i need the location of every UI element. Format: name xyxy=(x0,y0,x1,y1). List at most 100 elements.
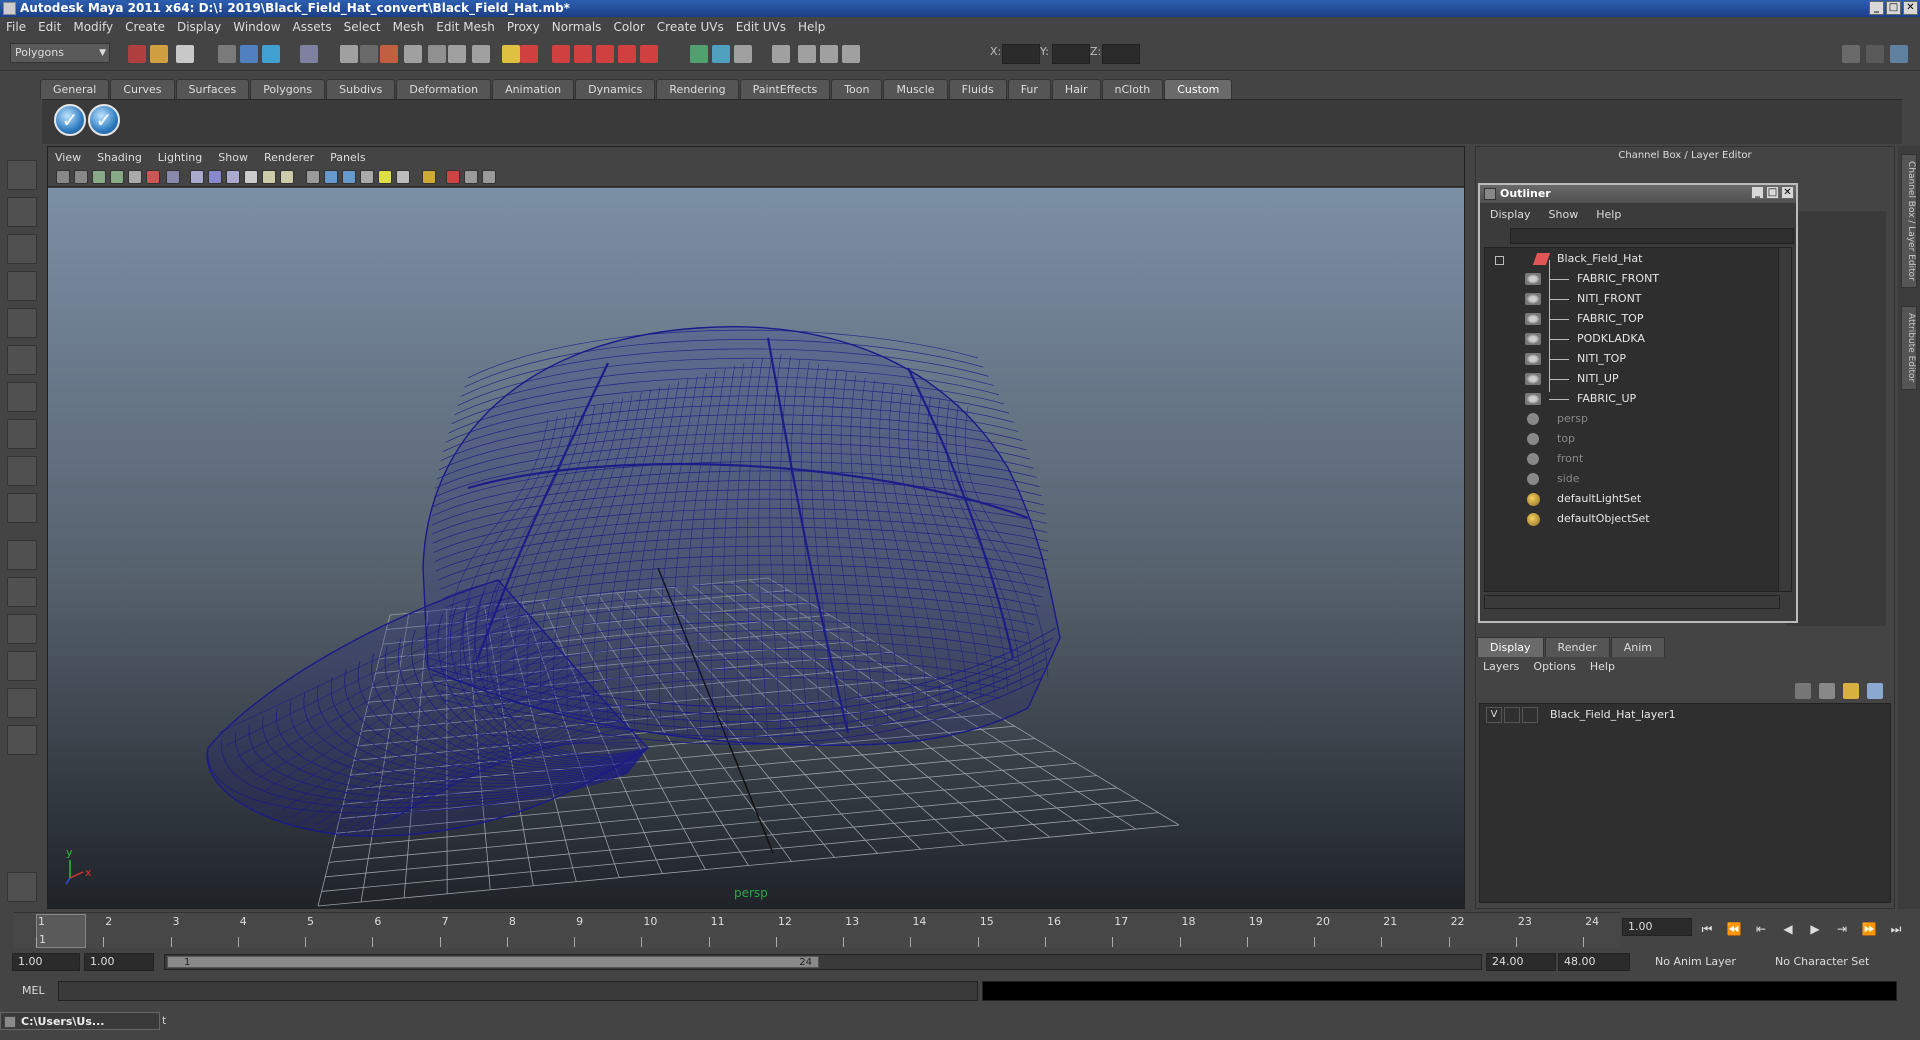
status-tool-icon[interactable] xyxy=(734,45,752,63)
close-button[interactable]: ✕ xyxy=(1903,1,1918,15)
scale-tool-icon[interactable] xyxy=(7,345,37,375)
status-tool-icon[interactable] xyxy=(552,45,570,63)
range-track[interactable]: 1 24 xyxy=(164,954,1482,970)
play-forward-icon[interactable]: ▶ xyxy=(1806,922,1824,938)
status-tool-icon[interactable] xyxy=(798,45,816,63)
status-tool-icon[interactable] xyxy=(428,45,446,63)
character-set-selector[interactable]: No Character Set xyxy=(1770,953,1880,971)
new-layer-selected-icon[interactable] xyxy=(1819,683,1835,699)
attribute-editor-toggle-icon[interactable] xyxy=(1890,45,1908,63)
hypershade-layout-icon[interactable] xyxy=(7,688,37,718)
menu-select[interactable]: Select xyxy=(344,20,381,34)
outliner-item[interactable]: FABRIC_UP xyxy=(1485,389,1779,409)
range-start-field[interactable]: 1.00 xyxy=(84,953,154,971)
channel-box-toggle-icon[interactable] xyxy=(1866,45,1884,63)
status-tool-icon[interactable] xyxy=(360,45,378,63)
menu-assets[interactable]: Assets xyxy=(293,20,332,34)
viewport-toolbar-icon[interactable] xyxy=(396,170,410,184)
hotbox-icon[interactable] xyxy=(7,872,37,902)
outliner-maximize-button[interactable]: □ xyxy=(1766,186,1779,199)
shelf-tab-fluids[interactable]: Fluids xyxy=(948,79,1007,99)
outliner-item[interactable]: FABRIC_TOP xyxy=(1485,309,1779,329)
shelf-tab-fur[interactable]: Fur xyxy=(1007,79,1051,99)
menu-set-selector[interactable]: Polygons ▼ xyxy=(10,43,110,63)
viewport-toolbar-icon[interactable] xyxy=(280,170,294,184)
viewport-toolbar-icon[interactable] xyxy=(342,170,356,184)
outliner-item[interactable]: persp xyxy=(1485,409,1779,429)
menu-help[interactable]: Help xyxy=(798,20,825,34)
menu-edit-mesh[interactable]: Edit Mesh xyxy=(436,20,495,34)
menu-edit-uvs[interactable]: Edit UVs xyxy=(736,20,786,34)
status-tool-icon[interactable] xyxy=(574,45,592,63)
viewport-toolbar-icon[interactable] xyxy=(262,170,276,184)
lasso-tool-icon[interactable] xyxy=(7,197,37,227)
outliner-filter-input[interactable] xyxy=(1510,228,1794,244)
layer-playback-toggle[interactable] xyxy=(1504,707,1520,723)
single-view-layout-icon[interactable] xyxy=(7,540,37,570)
minimized-window-button[interactable]: C:\Users\Us... xyxy=(0,1012,160,1030)
shelf-tab-polygons[interactable]: Polygons xyxy=(250,79,326,99)
shelf-tab-curves[interactable]: Curves xyxy=(110,79,175,99)
shelf-tab-surfaces[interactable]: Surfaces xyxy=(175,79,250,99)
viewport-toolbar-icon[interactable] xyxy=(482,170,496,184)
rotate-tool-icon[interactable] xyxy=(7,308,37,338)
menu-create[interactable]: Create xyxy=(125,20,165,34)
outliner-item[interactable]: side xyxy=(1485,469,1779,489)
outliner-close-button[interactable]: ✕ xyxy=(1781,186,1794,199)
status-tool-icon[interactable] xyxy=(240,45,258,63)
channel-box-vertical-tab[interactable]: Channel Box / Layer Editor xyxy=(1901,154,1917,288)
status-tool-icon[interactable] xyxy=(380,45,398,63)
status-tool-icon[interactable] xyxy=(448,45,466,63)
viewport-menu-shading[interactable]: Shading xyxy=(97,151,142,164)
shelf-tab-toon[interactable]: Toon xyxy=(831,79,883,99)
viewport-menu-renderer[interactable]: Renderer xyxy=(264,151,314,164)
four-view-layout-icon[interactable] xyxy=(7,577,37,607)
status-tool-icon[interactable] xyxy=(618,45,636,63)
mel-input[interactable] xyxy=(58,981,978,1001)
go-to-end-icon[interactable]: ⏭ xyxy=(1887,922,1905,938)
layout-icon[interactable] xyxy=(1842,45,1860,63)
x-field[interactable] xyxy=(1002,44,1040,64)
outliner-item[interactable]: NITI_FRONT xyxy=(1485,289,1779,309)
viewport-toolbar-icon[interactable] xyxy=(92,170,106,184)
step-forward-key-icon[interactable]: ⏩ xyxy=(1860,922,1878,938)
viewport-toolbar-icon[interactable] xyxy=(464,170,478,184)
layer-color-swatch[interactable] xyxy=(1522,707,1538,723)
viewport-toolbar-icon[interactable] xyxy=(324,170,338,184)
shelf-tab-muscle[interactable]: Muscle xyxy=(883,79,948,99)
outliner-item[interactable]: PODKLADKA xyxy=(1485,329,1779,349)
y-field[interactable] xyxy=(1052,44,1090,64)
soft-mod-icon[interactable] xyxy=(7,419,37,449)
outliner-menu-show[interactable]: Show xyxy=(1549,208,1579,221)
viewport-toolbar-icon[interactable] xyxy=(226,170,240,184)
status-tool-icon[interactable] xyxy=(472,45,490,63)
menu-proxy[interactable]: Proxy xyxy=(507,20,540,34)
viewport-toolbar-icon[interactable] xyxy=(306,170,320,184)
status-tool-icon[interactable] xyxy=(300,45,318,63)
last-tool-icon[interactable] xyxy=(7,493,37,523)
uv-layout-icon[interactable] xyxy=(7,725,37,755)
shelf-tab-subdivs[interactable]: Subdivs xyxy=(326,79,396,99)
step-forward-frame-icon[interactable]: ⇥ xyxy=(1833,922,1851,938)
viewport-menu-panels[interactable]: Panels xyxy=(330,151,365,164)
menu-display[interactable]: Display xyxy=(177,20,221,34)
current-time-field[interactable]: 1.00 xyxy=(1622,918,1692,936)
status-tool-icon[interactable] xyxy=(690,45,708,63)
select-tool-icon[interactable] xyxy=(7,160,37,190)
outliner-item[interactable]: NITI_UP xyxy=(1485,369,1779,389)
menu-file[interactable]: File xyxy=(6,20,26,34)
layer-menu-help[interactable]: Help xyxy=(1590,660,1615,673)
status-tool-icon[interactable] xyxy=(404,45,422,63)
layer-menu-options[interactable]: Options xyxy=(1533,660,1575,673)
viewport-toolbar-icon[interactable] xyxy=(190,170,204,184)
status-tool-icon[interactable] xyxy=(712,45,730,63)
viewport-toolbar-icon[interactable] xyxy=(244,170,258,184)
status-tool-icon[interactable] xyxy=(842,45,860,63)
menu-modify[interactable]: Modify xyxy=(73,20,113,34)
show-manip-icon[interactable] xyxy=(7,456,37,486)
shelf-tab-ncloth[interactable]: nCloth xyxy=(1101,79,1164,99)
z-field[interactable] xyxy=(1102,44,1140,64)
anim-end-field[interactable]: 48.00 xyxy=(1558,953,1630,971)
viewport-toolbar-icon[interactable] xyxy=(446,170,460,184)
viewport-toolbar-icon[interactable] xyxy=(360,170,374,184)
